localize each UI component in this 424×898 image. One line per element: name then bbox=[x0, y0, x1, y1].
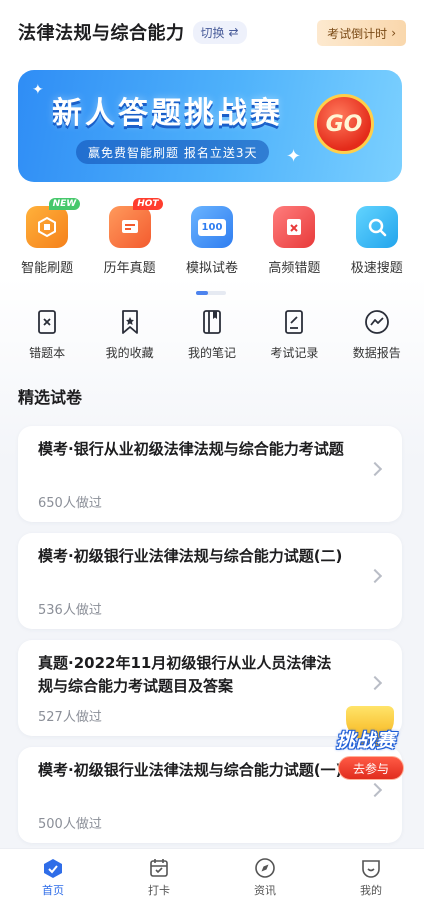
promo-title: 挑战赛 bbox=[336, 730, 397, 752]
profile-icon bbox=[362, 860, 380, 878]
feature-label: 我的收藏 bbox=[105, 346, 154, 360]
exam-countdown-button[interactable]: 考试倒计时 › bbox=[317, 20, 406, 46]
paper-title: 模考·银行从业初级法律法规与综合能力考试题 bbox=[38, 440, 344, 458]
paper-count: 650人做过 bbox=[38, 496, 102, 511]
chevron-right-icon: › bbox=[391, 26, 396, 40]
primary-features: NEW 智能刷题 HOT 历年真题 100 模拟试卷 高频错题 极速搜题 bbox=[0, 198, 424, 276]
feature-label: 数据报告 bbox=[352, 346, 401, 360]
feature-label: 高频错题 bbox=[268, 261, 321, 276]
paper-title: 模考·初级银行业法律法规与综合能力试题(二) bbox=[38, 547, 343, 565]
join-button[interactable]: 去参与 bbox=[338, 756, 404, 780]
paper-count: 527人做过 bbox=[38, 710, 102, 725]
data-report-icon bbox=[363, 308, 391, 336]
chevron-right-icon bbox=[367, 568, 383, 584]
hot-badge: HOT bbox=[133, 198, 163, 210]
feature-pager bbox=[196, 291, 226, 295]
challenge-float-widget[interactable]: 挑战赛 去参与 bbox=[334, 700, 408, 786]
mock-exam-icon-text: 100 bbox=[197, 218, 227, 236]
countdown-label: 考试倒计时 bbox=[327, 26, 388, 41]
tab-label: 我的 bbox=[360, 884, 382, 897]
feature-label: 智能刷题 bbox=[21, 261, 74, 276]
banner-title: 新人答题挑战赛 bbox=[52, 96, 283, 131]
bottom-tab-bar: 首页 打卡 资讯 我的 bbox=[0, 848, 424, 898]
tab-label: 首页 bbox=[42, 884, 64, 897]
page-title: 法律法规与综合能力 bbox=[18, 23, 185, 44]
secondary-features: 错题本 我的收藏 我的笔记 考试记录 数据报告 bbox=[0, 308, 424, 361]
bookmark-icon bbox=[116, 308, 144, 336]
new-badge: NEW bbox=[48, 198, 81, 210]
paper-title: 真题·2022年11月初级银行从业人员法律法规与综合能力考试题目及答案 bbox=[38, 654, 332, 695]
swap-icon: ⇄ bbox=[228, 25, 239, 39]
sparkle-icon: ✦ bbox=[286, 146, 302, 167]
tab-news[interactable]: 资讯 bbox=[225, 849, 305, 898]
feature-label: 我的笔记 bbox=[187, 346, 236, 360]
tab-label: 资讯 bbox=[254, 884, 276, 897]
feature-bookmarks[interactable]: 我的收藏 bbox=[92, 308, 168, 361]
chevron-right-icon bbox=[367, 461, 383, 477]
compass-icon bbox=[255, 858, 275, 878]
feature-label: 错题本 bbox=[29, 346, 66, 360]
feature-mock-exam[interactable]: 100 模拟试卷 bbox=[174, 206, 250, 276]
tab-home[interactable]: 首页 bbox=[13, 849, 93, 898]
mock-exam-icon: 100 bbox=[190, 206, 233, 248]
error-book-icon bbox=[33, 308, 61, 336]
tab-profile[interactable]: 我的 bbox=[331, 849, 411, 898]
sparkle-icon: ✦ bbox=[32, 82, 44, 98]
smart-practice-icon: NEW bbox=[26, 198, 81, 248]
calendar-icon bbox=[150, 859, 168, 877]
feature-frequent-errors[interactable]: 高频错题 bbox=[256, 206, 332, 276]
feature-error-book[interactable]: 错题本 bbox=[9, 308, 85, 361]
feature-label: 历年真题 bbox=[103, 261, 156, 276]
feature-label: 考试记录 bbox=[270, 346, 319, 360]
paper-count: 500人做过 bbox=[38, 817, 102, 832]
switch-label: 切换 bbox=[200, 25, 225, 40]
past-papers-icon: HOT bbox=[108, 198, 163, 248]
feature-data-report[interactable]: 数据报告 bbox=[339, 308, 415, 361]
banner-subtitle: 赢免费智能刷题 报名立送3天 bbox=[76, 140, 270, 164]
exam-record-icon bbox=[280, 308, 308, 336]
feature-quick-search[interactable]: 极速搜题 bbox=[339, 206, 415, 276]
go-button[interactable]: GO bbox=[314, 94, 374, 154]
feature-label: 模拟试卷 bbox=[185, 261, 238, 276]
pager-indicator bbox=[196, 291, 208, 295]
frequent-errors-icon bbox=[273, 206, 316, 248]
paper-title: 模考·初级银行业法律法规与综合能力试题(一) bbox=[38, 761, 343, 779]
feature-exam-records[interactable]: 考试记录 bbox=[256, 308, 332, 361]
switch-subject-button[interactable]: 切换 ⇄ bbox=[192, 20, 247, 44]
feature-past-papers[interactable]: HOT 历年真题 bbox=[92, 198, 168, 276]
tab-label: 打卡 bbox=[148, 884, 170, 897]
paper-card[interactable]: 模考·初级银行业法律法规与综合能力试题(二) 536人做过 bbox=[18, 533, 402, 629]
tab-checkin[interactable]: 打卡 bbox=[119, 849, 199, 898]
section-title: 精选试卷 bbox=[18, 388, 83, 407]
feature-notes[interactable]: 我的笔记 bbox=[174, 308, 250, 361]
quick-search-icon bbox=[355, 206, 398, 248]
feature-label: 极速搜题 bbox=[350, 261, 403, 276]
feature-smart-practice[interactable]: NEW 智能刷题 bbox=[9, 198, 85, 276]
chevron-right-icon bbox=[367, 675, 383, 691]
notes-icon bbox=[198, 308, 226, 336]
home-icon bbox=[44, 859, 62, 878]
paper-card[interactable]: 模考·银行从业初级法律法规与综合能力考试题 650人做过 bbox=[18, 426, 402, 522]
paper-count: 536人做过 bbox=[38, 603, 102, 618]
challenge-banner[interactable]: ✦ ✦ 新人答题挑战赛 赢免费智能刷题 报名立送3天 GO bbox=[18, 70, 402, 182]
